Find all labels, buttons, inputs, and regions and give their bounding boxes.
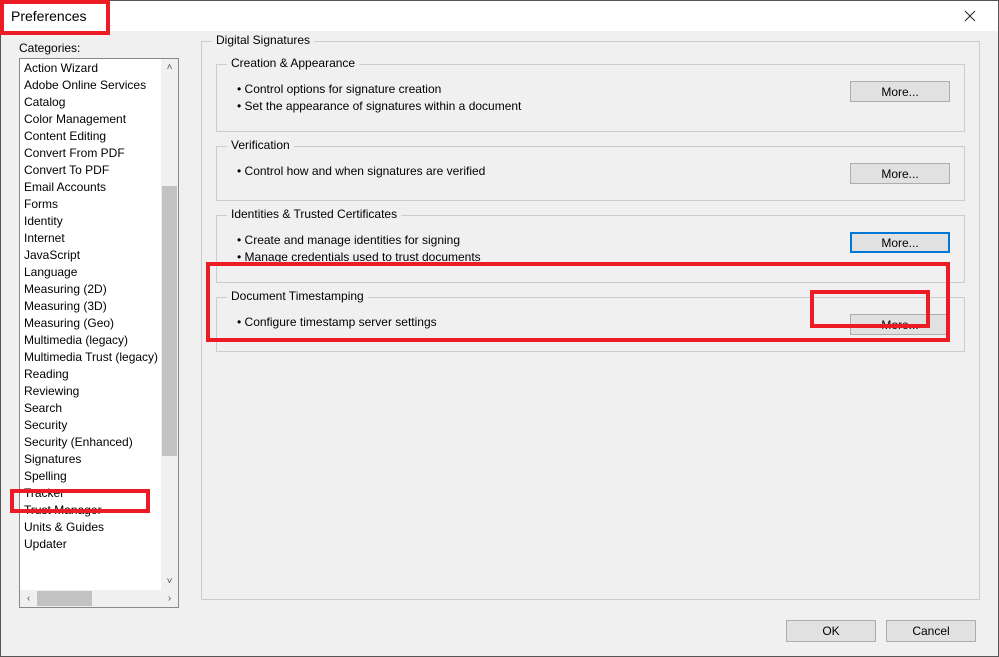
category-item[interactable]: Spelling bbox=[20, 468, 161, 485]
close-button[interactable] bbox=[950, 2, 990, 30]
category-item[interactable]: Convert From PDF bbox=[20, 145, 161, 162]
close-icon bbox=[964, 10, 976, 22]
creation-appearance-desc: Control options for signature creation S… bbox=[231, 75, 838, 115]
category-item[interactable]: Internet bbox=[20, 230, 161, 247]
timestamping-more-button[interactable]: More... bbox=[850, 314, 950, 335]
bullet-text: Configure timestamp server settings bbox=[237, 314, 838, 331]
verification-group: Verification Control how and when signat… bbox=[216, 146, 965, 201]
dialog-body: Categories: Action WizardAdobe Online Se… bbox=[1, 31, 998, 656]
categories-list[interactable]: Action WizardAdobe Online ServicesCatalo… bbox=[20, 59, 161, 590]
category-item[interactable]: Signatures bbox=[20, 451, 161, 468]
titlebar: Preferences bbox=[1, 1, 998, 31]
category-item[interactable]: Search bbox=[20, 400, 161, 417]
category-item[interactable]: Action Wizard bbox=[20, 60, 161, 77]
category-item[interactable]: Catalog bbox=[20, 94, 161, 111]
category-item[interactable]: Content Editing bbox=[20, 128, 161, 145]
dialog-footer: OK Cancel bbox=[19, 608, 980, 644]
category-item[interactable]: JavaScript bbox=[20, 247, 161, 264]
identities-desc: Create and manage identities for signing… bbox=[231, 226, 838, 266]
timestamping-desc: Configure timestamp server settings bbox=[231, 308, 838, 331]
vscroll-thumb[interactable] bbox=[162, 186, 177, 456]
hscroll-track[interactable] bbox=[37, 590, 161, 607]
bullet-text: Control how and when signatures are veri… bbox=[237, 163, 838, 180]
category-item[interactable]: Forms bbox=[20, 196, 161, 213]
category-item[interactable]: Adobe Online Services bbox=[20, 77, 161, 94]
category-item[interactable]: Color Management bbox=[20, 111, 161, 128]
horizontal-scrollbar[interactable]: ‹ › bbox=[20, 590, 178, 607]
digital-signatures-group: Digital Signatures Creation & Appearance… bbox=[201, 41, 980, 600]
chevron-left-icon: ‹ bbox=[27, 594, 30, 604]
verification-more-button[interactable]: More... bbox=[850, 163, 950, 184]
category-item[interactable]: Security bbox=[20, 417, 161, 434]
chevron-right-icon: › bbox=[168, 594, 171, 604]
category-item[interactable]: Measuring (2D) bbox=[20, 281, 161, 298]
scroll-up-button[interactable]: ˄ bbox=[161, 59, 178, 76]
verification-legend: Verification bbox=[227, 138, 294, 152]
category-item[interactable]: Units & Guides bbox=[20, 519, 161, 536]
category-item[interactable]: Language bbox=[20, 264, 161, 281]
category-item[interactable]: Measuring (Geo) bbox=[20, 315, 161, 332]
verification-desc: Control how and when signatures are veri… bbox=[231, 157, 838, 180]
category-item[interactable]: Reviewing bbox=[20, 383, 161, 400]
category-item[interactable]: Multimedia (legacy) bbox=[20, 332, 161, 349]
scroll-left-button[interactable]: ‹ bbox=[20, 590, 37, 607]
ok-button[interactable]: OK bbox=[786, 620, 876, 642]
bullet-text: Create and manage identities for signing bbox=[237, 232, 838, 249]
categories-listbox: Action WizardAdobe Online ServicesCatalo… bbox=[19, 58, 179, 608]
categories-column: Categories: Action WizardAdobe Online Se… bbox=[19, 41, 179, 608]
categories-label: Categories: bbox=[19, 41, 179, 55]
category-item[interactable]: Multimedia Trust (legacy) bbox=[20, 349, 161, 366]
identities-legend: Identities & Trusted Certificates bbox=[227, 207, 401, 221]
chevron-down-icon: ˅ bbox=[167, 577, 173, 587]
preferences-dialog: Preferences Categories: Action WizardAdo… bbox=[0, 0, 999, 657]
digital-signatures-legend: Digital Signatures bbox=[212, 33, 314, 47]
category-item[interactable]: Email Accounts bbox=[20, 179, 161, 196]
creation-appearance-group: Creation & Appearance Control options fo… bbox=[216, 64, 965, 132]
cancel-button[interactable]: Cancel bbox=[886, 620, 976, 642]
bullet-text: Manage credentials used to trust documen… bbox=[237, 249, 838, 266]
hscroll-thumb[interactable] bbox=[37, 591, 92, 606]
category-item[interactable]: Security (Enhanced) bbox=[20, 434, 161, 451]
vscroll-track[interactable] bbox=[161, 76, 178, 573]
chevron-up-icon: ˄ bbox=[167, 63, 173, 73]
timestamping-legend: Document Timestamping bbox=[227, 289, 368, 303]
category-item[interactable]: Updater bbox=[20, 536, 161, 553]
category-item[interactable]: Identity bbox=[20, 213, 161, 230]
timestamping-group: Document Timestamping Configure timestam… bbox=[216, 297, 965, 352]
category-item[interactable]: Tracker bbox=[20, 485, 161, 502]
creation-more-button[interactable]: More... bbox=[850, 81, 950, 102]
dialog-title: Preferences bbox=[11, 8, 86, 24]
bullet-text: Control options for signature creation bbox=[237, 81, 838, 98]
identities-more-button[interactable]: More... bbox=[850, 232, 950, 253]
scroll-down-button[interactable]: ˅ bbox=[161, 573, 178, 590]
bullet-text: Set the appearance of signatures within … bbox=[237, 98, 838, 115]
creation-appearance-legend: Creation & Appearance bbox=[227, 56, 359, 70]
category-item[interactable]: Trust Manager bbox=[20, 502, 161, 519]
category-item[interactable]: Reading bbox=[20, 366, 161, 383]
category-item[interactable]: Convert To PDF bbox=[20, 162, 161, 179]
vertical-scrollbar[interactable]: ˄ ˅ bbox=[161, 59, 178, 590]
category-item[interactable]: Measuring (3D) bbox=[20, 298, 161, 315]
main-panel: Digital Signatures Creation & Appearance… bbox=[201, 41, 980, 608]
identities-group: Identities & Trusted Certificates Create… bbox=[216, 215, 965, 283]
scroll-right-button[interactable]: › bbox=[161, 590, 178, 607]
